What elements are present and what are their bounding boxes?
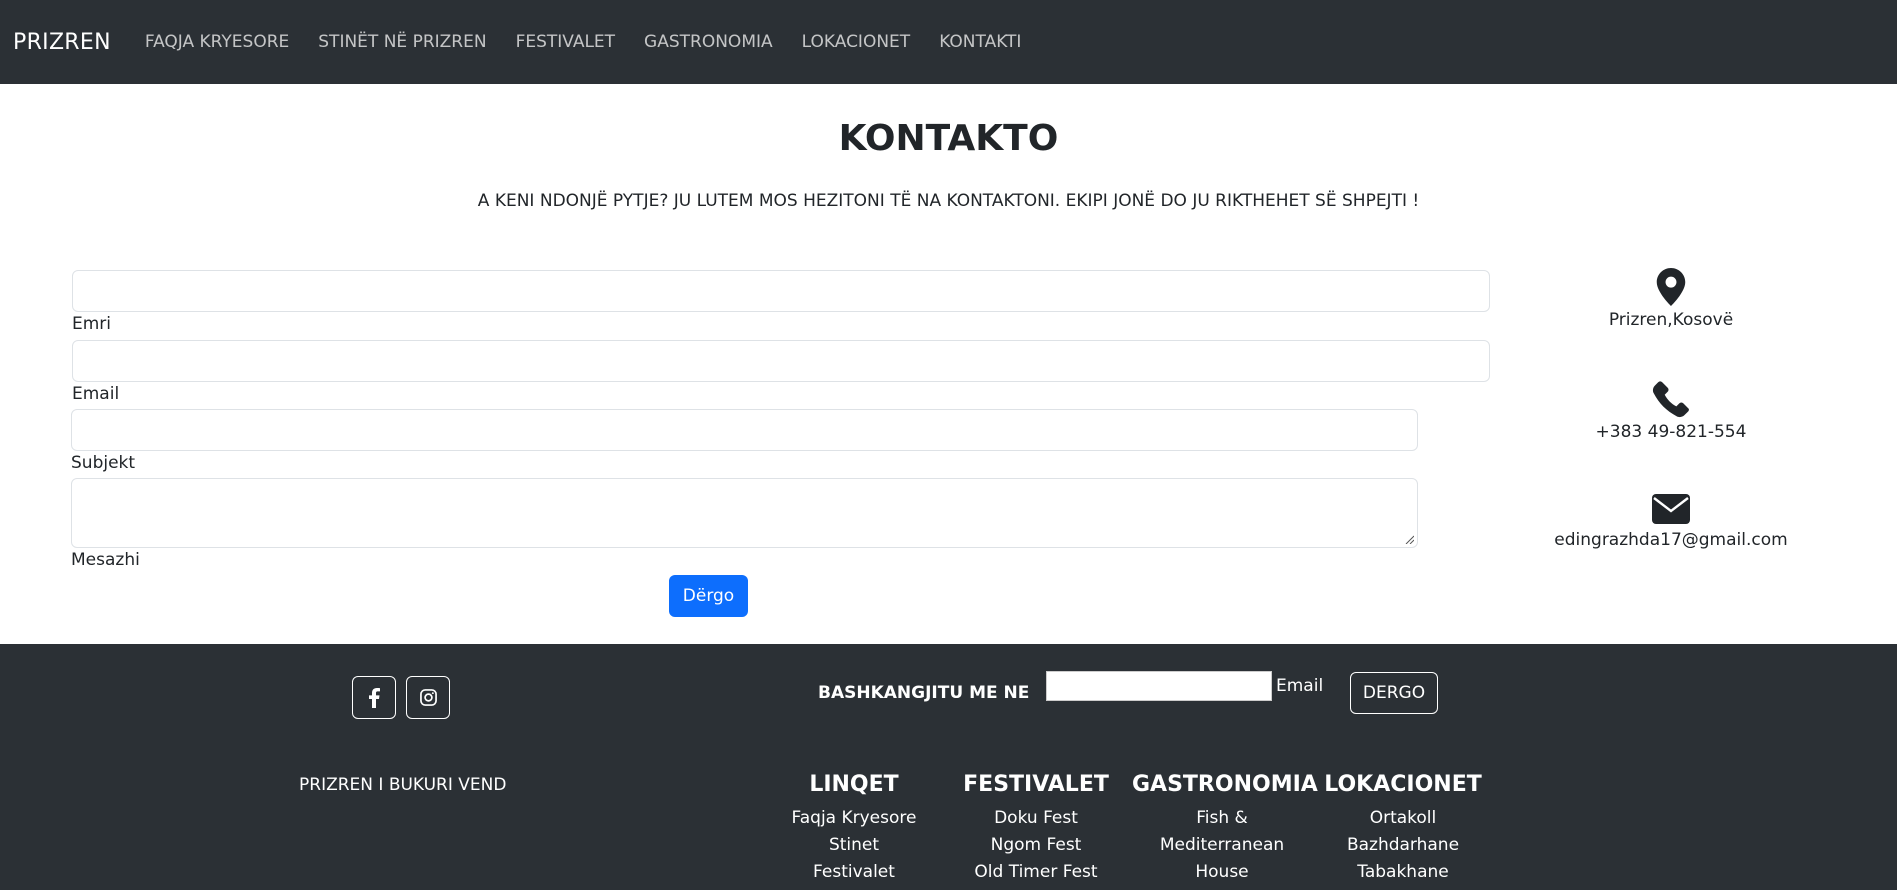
footer-link[interactable]: Faqja Kryesore — [768, 805, 940, 832]
footer-column-gastronomy: GASTRONOMIA Fish & Mediterranean House — [1132, 772, 1318, 886]
phone-info: +383 49-821-554 — [1510, 380, 1832, 442]
newsletter-submit-button[interactable]: DERGO — [1350, 672, 1438, 714]
nav-link-contact[interactable]: KONTAKTI — [939, 32, 1021, 52]
phone-icon — [1652, 381, 1689, 418]
facebook-icon — [369, 687, 380, 708]
footer-link[interactable]: Tabakhane — [1318, 859, 1488, 886]
phone-text: +383 49-821-554 — [1595, 422, 1747, 442]
instagram-icon — [419, 689, 437, 706]
footer-column-festivals: FESTIVALET Doku Fest Ngom Fest Old Timer… — [950, 772, 1122, 886]
subject-label: Subjekt — [71, 453, 136, 473]
footer-link[interactable]: House — [1132, 859, 1312, 886]
footer-link[interactable]: Bazhdarhane — [1318, 832, 1488, 859]
footer-column-title: GASTRONOMIA — [1132, 772, 1318, 797]
location-text: Prizren,Kosovë — [1608, 310, 1734, 330]
footer — [0, 644, 1897, 890]
location-info: Prizren,Kosovë — [1510, 268, 1832, 330]
brand-logo[interactable]: PRIZREN — [13, 30, 111, 55]
footer-link[interactable]: Stinet — [768, 832, 940, 859]
footer-link[interactable]: Fish & — [1132, 805, 1312, 832]
nav-link-gastronomy[interactable]: GASTRONOMIA — [644, 32, 773, 52]
map-marker-icon — [1656, 268, 1686, 306]
footer-link[interactable]: Festivalet — [768, 859, 940, 886]
nav-link-locations[interactable]: LOKACIONET — [802, 32, 911, 52]
footer-column-locations: LOKACIONET Ortakoll Bazhdarhane Tabakhan… — [1318, 772, 1488, 886]
send-button[interactable]: Dërgo — [669, 575, 748, 617]
email-input[interactable] — [72, 340, 1490, 382]
newsletter-heading: BASHKANGJITU ME NE — [818, 683, 1030, 703]
instagram-button[interactable] — [406, 676, 450, 719]
page-title: KONTAKTO — [838, 118, 1059, 159]
resize-handle-icon[interactable] — [1405, 535, 1414, 544]
envelope-icon — [1652, 494, 1690, 524]
page-subtitle: A KENI NDONJË PYTJE? JU LUTEM MOS HEZITO… — [477, 191, 1420, 211]
nav-link-seasons[interactable]: STINËT NË PRIZREN — [318, 32, 486, 52]
newsletter-email-label: Email — [1276, 676, 1324, 696]
email-info: edingrazhda17@gmail.com — [1510, 494, 1832, 550]
message-label: Mesazhi — [71, 550, 140, 570]
message-textarea[interactable] — [71, 478, 1418, 548]
name-label: Emri — [72, 314, 112, 334]
footer-link[interactable]: Old Timer Fest — [950, 859, 1122, 886]
newsletter-email-input[interactable] — [1046, 671, 1272, 701]
footer-link[interactable]: Doku Fest — [950, 805, 1122, 832]
footer-link[interactable]: Ortakoll — [1318, 805, 1488, 832]
footer-column-title: LINQET — [809, 772, 899, 797]
footer-column-links: LINQET Faqja Kryesore Stinet Festivalet — [768, 772, 940, 886]
footer-link[interactable]: Ngom Fest — [950, 832, 1122, 859]
footer-tagline: PRIZREN I BUKURI VEND — [299, 775, 507, 795]
nav-link-festivals[interactable]: FESTIVALET — [516, 32, 615, 52]
footer-column-title: LOKACIONET — [1324, 772, 1482, 797]
nav-link-home[interactable]: FAQJA KRYESORE — [145, 32, 289, 52]
name-input[interactable] — [72, 270, 1490, 312]
footer-column-title: FESTIVALET — [963, 772, 1109, 797]
top-navbar: PRIZREN FAQJA KRYESORE STINËT NË PRIZREN… — [0, 0, 1897, 84]
email-label: Email — [72, 384, 120, 404]
email-text: edingrazhda17@gmail.com — [1554, 530, 1788, 550]
facebook-button[interactable] — [352, 676, 396, 719]
subject-input[interactable] — [71, 409, 1418, 451]
footer-link[interactable]: Mediterranean — [1132, 832, 1312, 859]
